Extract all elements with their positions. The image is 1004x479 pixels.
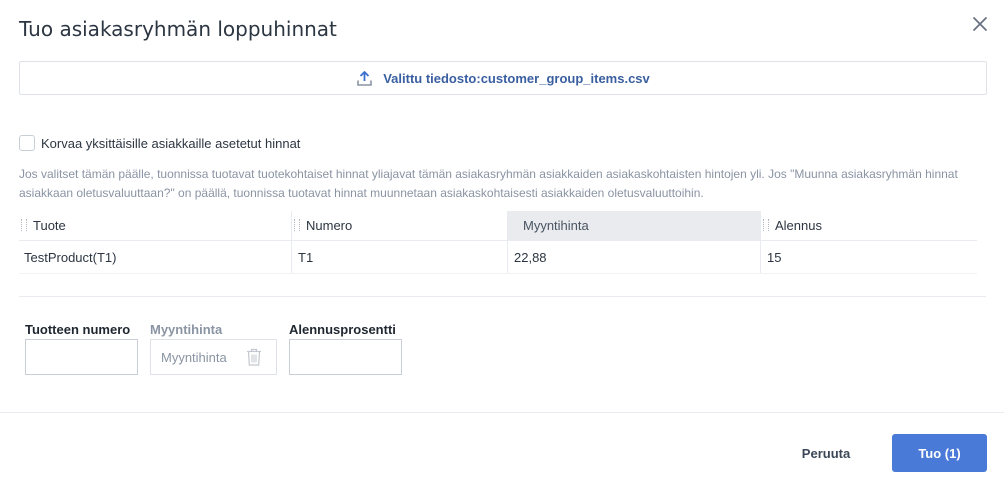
close-button[interactable] — [970, 14, 990, 34]
product-number-dropzone[interactable] — [25, 339, 138, 375]
override-checkbox[interactable] — [19, 135, 35, 151]
table-header: Tuote Numero Myyntihinta Alennus — [19, 211, 977, 241]
product-number-label: Tuotteen numero — [25, 322, 131, 337]
cell-number: T1 — [292, 241, 508, 273]
column-header-discount[interactable]: Alennus — [761, 211, 977, 240]
discount-field: Alennusprosentti — [289, 322, 402, 375]
footer-divider — [0, 412, 1004, 413]
override-help-text: Jos valitset tämän päälle, tuonnissa tuo… — [19, 167, 958, 200]
trash-icon[interactable] — [246, 348, 276, 366]
upload-icon — [356, 70, 373, 87]
override-checkbox-label[interactable]: Korvaa yksittäisille asiakkaille asetetu… — [41, 136, 300, 151]
override-option: Korvaa yksittäisille asiakkaille asetetu… — [19, 135, 300, 151]
discount-label: Alennusprosentti — [289, 322, 396, 337]
sales-price-field: Myyntihinta Myyntihinta — [150, 322, 277, 375]
drag-handle-icon[interactable] — [21, 219, 27, 231]
drag-handle-icon[interactable] — [294, 219, 300, 231]
column-header-number[interactable]: Numero — [292, 211, 508, 240]
cell-sales-price: 22,88 — [508, 241, 761, 273]
file-upload-area[interactable]: Valittu tiedosto:customer_group_items.cs… — [19, 61, 987, 95]
selected-file-label: Valittu tiedosto:customer_group_items.cs… — [383, 70, 650, 86]
drag-handle-icon[interactable] — [763, 219, 769, 231]
preview-table: Tuote Numero Myyntihinta Alennus TestPro… — [19, 211, 977, 274]
product-number-field: Tuotteen numero — [25, 322, 138, 375]
sales-price-placeholder: Myyntihinta — [161, 349, 227, 365]
cancel-button[interactable]: Peruuta — [791, 434, 861, 472]
close-icon — [973, 17, 987, 31]
cell-discount: 15 — [767, 249, 782, 265]
section-divider — [19, 296, 986, 297]
column-header-sales-price[interactable]: Myyntihinta — [508, 211, 761, 240]
sales-price-label: Myyntihinta — [150, 322, 223, 337]
column-header-product[interactable]: Tuote — [19, 211, 292, 240]
table-row: TestProduct(T1) T1 22,88 15 — [19, 241, 977, 274]
import-button[interactable]: Tuo (1) — [892, 434, 987, 472]
sales-price-dropzone[interactable]: Myyntihinta — [150, 339, 277, 375]
dialog-title: Tuo asiakasryhmän loppuhinnat — [19, 17, 337, 41]
cell-product: TestProduct(T1) — [19, 241, 292, 273]
discount-dropzone[interactable] — [289, 339, 402, 375]
